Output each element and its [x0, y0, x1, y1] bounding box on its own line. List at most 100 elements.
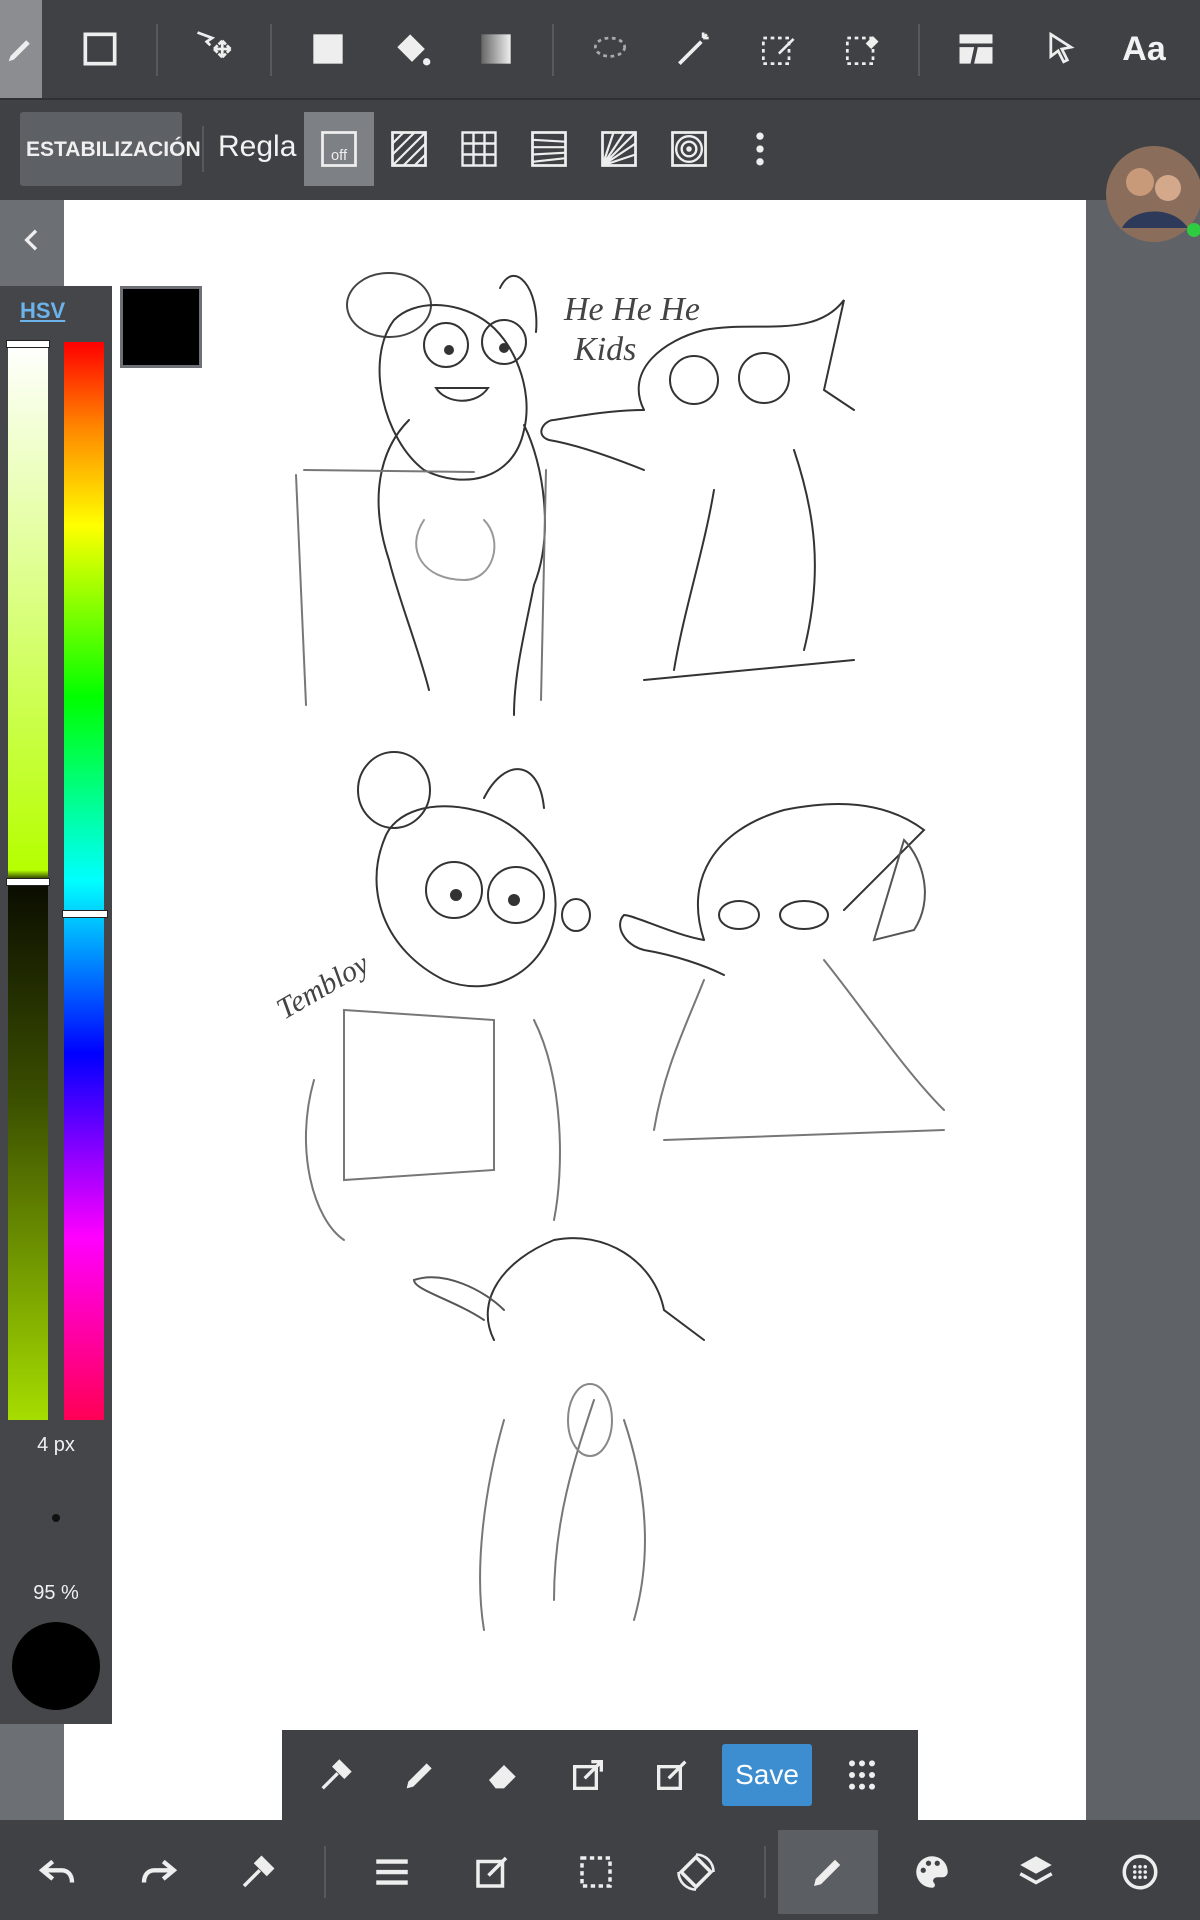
selection-button[interactable]: [546, 1830, 646, 1914]
text-tool-button[interactable]: Aa: [1104, 0, 1184, 98]
ruler-parallel-button[interactable]: [374, 112, 444, 186]
hue-slider[interactable]: [64, 342, 104, 1420]
undo-button[interactable]: [8, 1830, 108, 1914]
sv-slider-top-handle[interactable]: [6, 340, 50, 348]
hamburger-icon: [376, 1859, 408, 1885]
avatar[interactable]: [1102, 138, 1200, 250]
ruler-concentric-button[interactable]: [654, 112, 724, 186]
eyedropper-button[interactable]: [208, 1830, 308, 1914]
ruler-perspective-button[interactable]: [514, 112, 584, 186]
nav-divider: [764, 1846, 766, 1898]
ruler-off-text: off: [331, 148, 348, 164]
material-button[interactable]: [1090, 1830, 1190, 1914]
transform-icon: [573, 1760, 603, 1790]
bucket-icon: [397, 34, 431, 66]
edit-button[interactable]: [442, 1830, 542, 1914]
sv-slider-handle[interactable]: [6, 878, 50, 886]
pen-quick-button[interactable]: [378, 1730, 462, 1820]
move-tool-button[interactable]: [174, 0, 254, 98]
layers-button[interactable]: [986, 1830, 1086, 1914]
ruler-off-icon: off: [321, 131, 357, 167]
redo-icon: [141, 1859, 178, 1883]
more-vertical-icon: [756, 132, 764, 166]
grid-icon: [461, 131, 497, 167]
nav-divider: [324, 1846, 326, 1898]
dashed-selection-icon: [580, 1856, 612, 1888]
layers-icon: [1019, 1856, 1053, 1885]
opacity-label[interactable]: 95 %: [0, 1582, 112, 1605]
radial-lines-icon: [601, 131, 637, 167]
select-quick-button[interactable]: [630, 1730, 714, 1820]
globe-grid-icon: [1122, 1854, 1158, 1890]
toolbar-divider: [918, 24, 920, 76]
svg-text:He He He: He He He: [563, 291, 700, 328]
avatar-photo: [1106, 146, 1200, 242]
hue-slider-handle[interactable]: [62, 910, 108, 919]
chevron-left-icon: [24, 229, 38, 251]
ruler-grid-button[interactable]: [444, 112, 514, 186]
eraser-icon: [489, 1765, 516, 1789]
concentric-circles-icon: [671, 131, 707, 167]
move-icon: [197, 31, 232, 59]
sketch-mouse-standing: [295, 272, 547, 716]
hsv-tab[interactable]: HSV: [20, 298, 65, 324]
eyedropper-icon: [242, 1855, 275, 1888]
primary-color-circle[interactable]: [12, 1622, 100, 1710]
select-eraser-button[interactable]: [822, 0, 902, 98]
rectangle-select-button[interactable]: [60, 0, 140, 98]
stabilizer-label: ESTABILIZACIÓN: [26, 137, 201, 161]
fill-rect-icon: [313, 34, 343, 64]
menu-button[interactable]: [342, 1830, 442, 1914]
parallel-lines-icon: [391, 131, 427, 167]
pointer-button[interactable]: [1020, 0, 1100, 98]
current-color-swatch[interactable]: [120, 286, 202, 368]
color-palette-button[interactable]: [882, 1830, 982, 1914]
select-pen-button[interactable]: [738, 0, 818, 98]
fill-rect-button[interactable]: [288, 0, 368, 98]
svg-text:Tembloy: Tembloy: [271, 947, 375, 1026]
ruler-off-button[interactable]: off: [304, 112, 374, 186]
more-options-button[interactable]: [724, 112, 796, 186]
pen-tool-button[interactable]: [0, 0, 42, 98]
lasso-button[interactable]: [570, 0, 650, 98]
toolbar-divider: [156, 24, 158, 76]
palette-icon: [916, 1856, 948, 1888]
sketch-fox-standing: [412, 1237, 705, 1631]
rectangle-select-icon: [83, 32, 117, 66]
lasso-icon: [593, 36, 627, 58]
eraser-quick-button[interactable]: [462, 1730, 546, 1820]
sketch-fox-bust: [619, 803, 945, 1141]
bucket-button[interactable]: [372, 0, 452, 98]
gradient-icon: [481, 34, 511, 64]
frame-divider-icon: [959, 34, 993, 64]
brush-size-preview: [52, 1514, 60, 1522]
ruler-radial-button[interactable]: [584, 112, 654, 186]
frame-divider-button[interactable]: [936, 0, 1016, 98]
pen-icon: [814, 1859, 841, 1886]
magic-wand-icon: [678, 32, 709, 65]
collapse-panel-button[interactable]: [16, 224, 48, 256]
toolbar-divider: [270, 24, 272, 76]
drawing-canvas[interactable]: He He He Kids Tembloy: [64, 200, 1086, 1820]
brush-size-label[interactable]: 4 px: [0, 1434, 112, 1457]
transform-quick-button[interactable]: [546, 1730, 630, 1820]
svg-text:Kids: Kids: [573, 331, 636, 368]
perspective-lines-icon: [531, 131, 567, 167]
magic-wand-button[interactable]: [654, 0, 734, 98]
sketch-fox-head: He He He Kids: [540, 291, 855, 681]
undo-icon: [38, 1859, 75, 1883]
gradient-button[interactable]: [456, 0, 536, 98]
pen-nav-button[interactable]: [778, 1830, 878, 1914]
rotate-canvas-button[interactable]: [646, 1830, 746, 1914]
quick-bar-menu-button[interactable]: [820, 1730, 904, 1820]
stabilizer-button[interactable]: ESTABILIZACIÓN: [20, 112, 201, 186]
eyedropper-quick-button[interactable]: [294, 1730, 378, 1820]
toolbar-divider: [552, 24, 554, 76]
save-button[interactable]: Save: [722, 1744, 812, 1806]
toolbar-divider: [202, 126, 204, 172]
edit-icon: [476, 1856, 508, 1888]
select-eraser-icon: [845, 36, 879, 66]
grid-dots-icon: [849, 1760, 875, 1790]
redo-button[interactable]: [108, 1830, 208, 1914]
ruler-label: Regla: [218, 130, 297, 163]
